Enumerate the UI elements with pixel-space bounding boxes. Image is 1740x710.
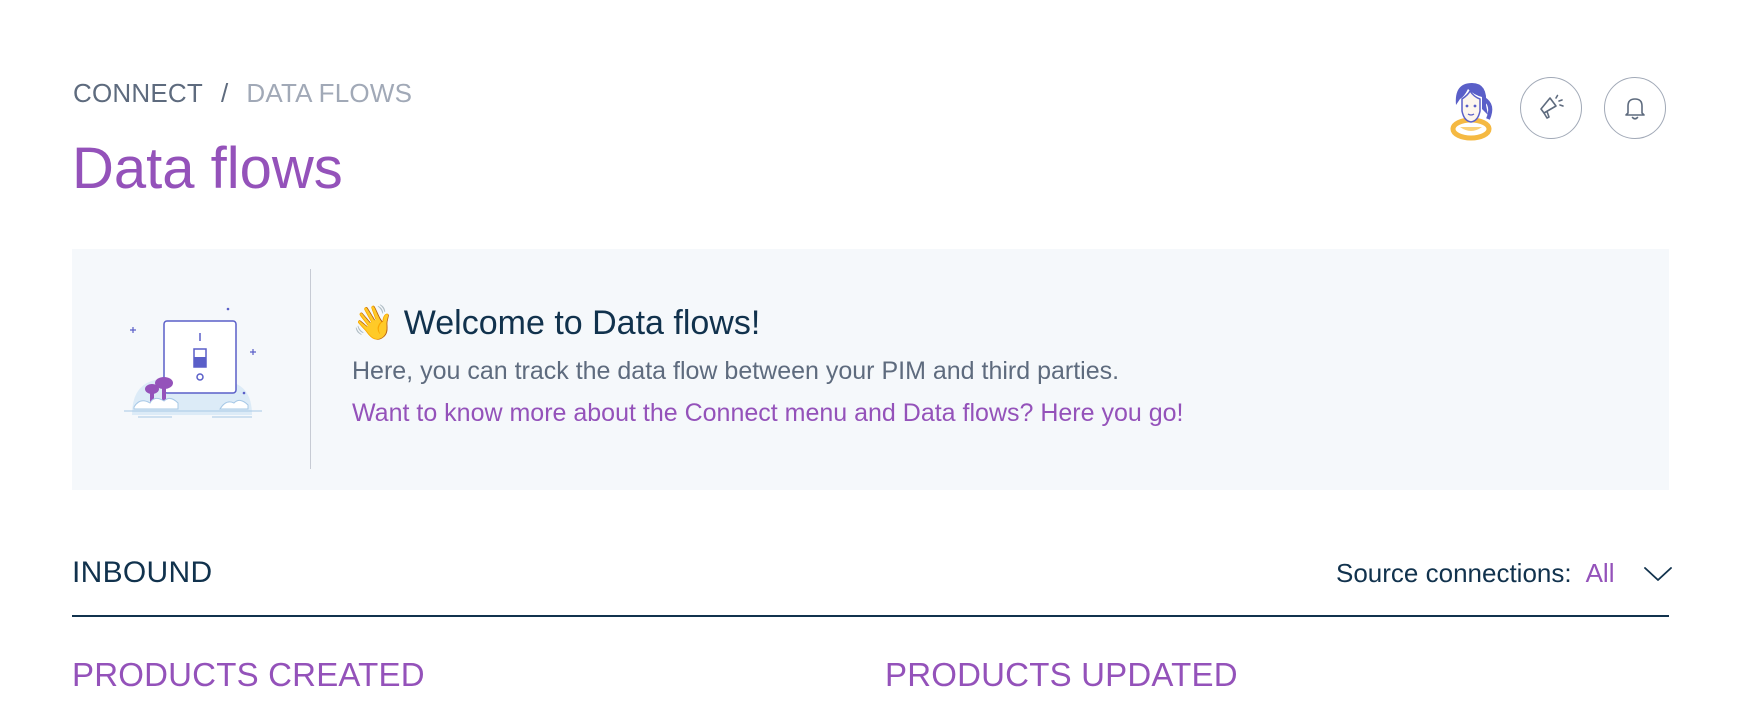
banner-description: Here, you can track the data flow betwee…	[352, 357, 1120, 385]
learn-more-link[interactable]: Want to know more about the Connect menu…	[352, 399, 1183, 428]
welcome-banner: 👋 Welcome to Data flows! Here, you can t…	[72, 249, 1669, 490]
notifications-button[interactable]	[1604, 77, 1666, 139]
breadcrumb-data-flows: DATA FLOWS	[246, 78, 413, 108]
breadcrumb: CONNECT / DATA FLOWS	[73, 78, 412, 109]
section-divider	[72, 615, 1669, 617]
chevron-down-icon[interactable]	[1643, 565, 1673, 583]
inbound-section-title: INBOUND	[72, 556, 213, 589]
banner-title: 👋 Welcome to Data flows!	[352, 303, 760, 343]
wave-icon: 👋	[352, 304, 395, 342]
bell-icon	[1625, 98, 1645, 120]
breadcrumb-connect[interactable]: CONNECT	[73, 78, 203, 108]
banner-title-text: Welcome to Data flows!	[403, 304, 761, 342]
banner-divider	[310, 269, 311, 469]
light-switch-illustration	[112, 297, 272, 437]
source-connections-filter[interactable]: Source connections: All	[1336, 558, 1673, 589]
products-created-title: PRODUCTS CREATED	[72, 656, 425, 693]
breadcrumb-separator: /	[220, 78, 229, 108]
megaphone-icon	[1540, 94, 1564, 119]
user-avatar[interactable]	[1438, 75, 1504, 141]
avatar-icon	[1450, 83, 1493, 141]
products-updated-title: PRODUCTS UPDATED	[885, 656, 1238, 693]
filter-label: Source connections:	[1336, 558, 1572, 588]
page-title: Data flows	[72, 136, 343, 201]
filter-value[interactable]: All	[1586, 558, 1615, 589]
announcements-button[interactable]	[1520, 77, 1582, 139]
